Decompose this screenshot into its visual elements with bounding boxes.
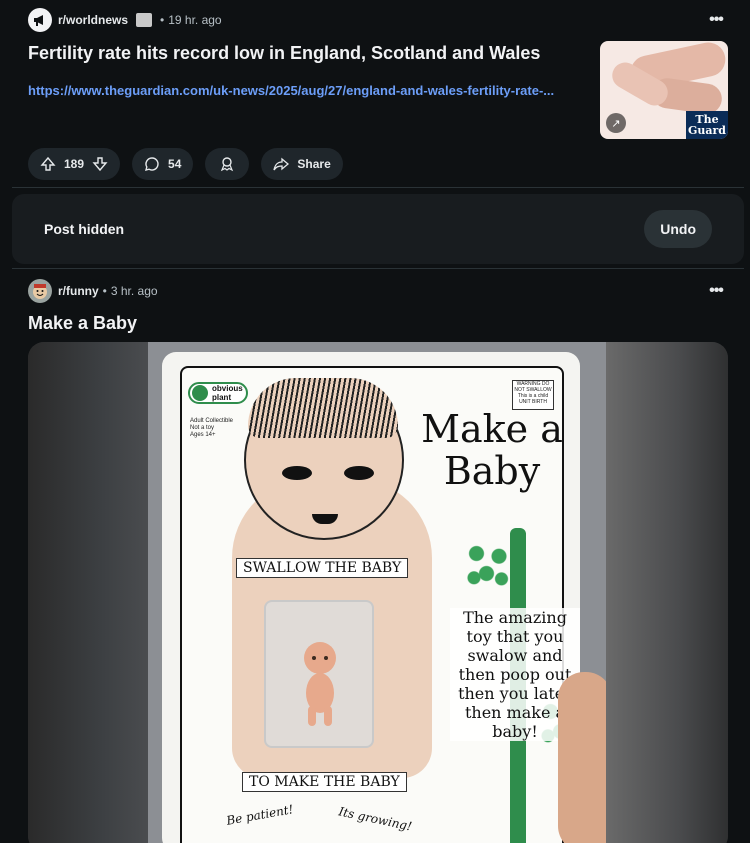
post-worldnews[interactable]: r/worldnews • 19 hr. ago ••• Fertility r… [12, 8, 744, 186]
mini-baby-figure [304, 642, 336, 726]
patient-text: Be patient! [225, 802, 295, 828]
comments-button[interactable]: 54 [132, 148, 194, 180]
subreddit-name[interactable]: r/worldnews [58, 13, 128, 27]
subreddit-avatar[interactable] [28, 279, 52, 303]
hidden-post-label: Post hidden [44, 221, 125, 237]
product-card: obvious plant Adult Collectible Not a to… [162, 352, 588, 843]
baby-eye [344, 466, 374, 480]
hidden-post-card: Post hidden Undo [12, 194, 744, 264]
comment-icon [145, 157, 159, 171]
brand-logo: obvious plant [188, 382, 248, 404]
funny-avatar-icon [33, 284, 47, 299]
post-media[interactable]: obvious plant Adult Collectible Not a to… [28, 342, 728, 843]
blister-pack [264, 600, 374, 748]
external-link-icon[interactable]: ↗ [606, 113, 626, 133]
post-age: 19 hr. ago [168, 13, 222, 27]
post-meta: r/funny • 3 hr. ago [12, 279, 744, 303]
baby-eye [282, 466, 312, 480]
post-meta: r/worldnews • 19 hr. ago [12, 8, 744, 32]
guardian-logo: The Guard [686, 111, 728, 139]
post-link[interactable]: https://www.theguardian.com/uk-news/2025… [28, 83, 593, 98]
card-title: Make a Baby [421, 407, 563, 493]
action-bar: 189 54 Share [28, 148, 343, 180]
award-icon [221, 157, 234, 172]
blurred-backdrop-right [606, 342, 728, 843]
megaphone-icon [34, 15, 43, 26]
share-icon [273, 157, 290, 171]
product-photo: obvious plant Adult Collectible Not a to… [148, 342, 606, 843]
upvote-icon[interactable] [40, 156, 56, 172]
more-options-button[interactable]: ••• [702, 8, 730, 32]
downvote-icon[interactable] [92, 156, 108, 172]
swallow-label: SWALLOW THE BABY [236, 558, 409, 578]
post-title[interactable]: Fertility rate hits record low in Englan… [28, 41, 540, 65]
subreddit-avatar[interactable] [28, 8, 52, 32]
growing-text: Its growing! [337, 804, 414, 834]
subreddit-name[interactable]: r/funny [58, 284, 99, 298]
divider [12, 187, 744, 188]
warning-box: WARNING DO NOT SWALLOW This is a child U… [512, 380, 554, 410]
to-make-label: TO MAKE THE BABY [242, 772, 407, 792]
undo-button[interactable]: Undo [644, 210, 712, 248]
fine-print: Adult Collectible Not a toy Ages 14+ [190, 418, 234, 438]
separator-dot: • [102, 284, 107, 298]
baby-hair-drawing [248, 378, 398, 438]
post-age: 3 hr. ago [110, 284, 158, 298]
vote-count: 189 [64, 157, 85, 171]
news-flair-icon [136, 13, 153, 27]
grapes-drawing [464, 540, 514, 594]
divider [12, 268, 744, 269]
card-panel: obvious plant Adult Collectible Not a to… [180, 366, 588, 843]
award-button[interactable] [205, 148, 250, 180]
holding-finger [558, 672, 606, 843]
separator-dot: • [160, 13, 165, 27]
blurred-backdrop-left [28, 342, 148, 843]
post-title[interactable]: Make a Baby [28, 311, 137, 335]
share-button[interactable]: Share [261, 148, 343, 180]
comment-count: 54 [168, 157, 182, 171]
share-label: Share [297, 157, 331, 171]
vote-control: 189 [28, 148, 121, 180]
post-thumbnail[interactable]: ↗ The Guard [600, 41, 728, 139]
more-options-button[interactable]: ••• [702, 279, 730, 303]
